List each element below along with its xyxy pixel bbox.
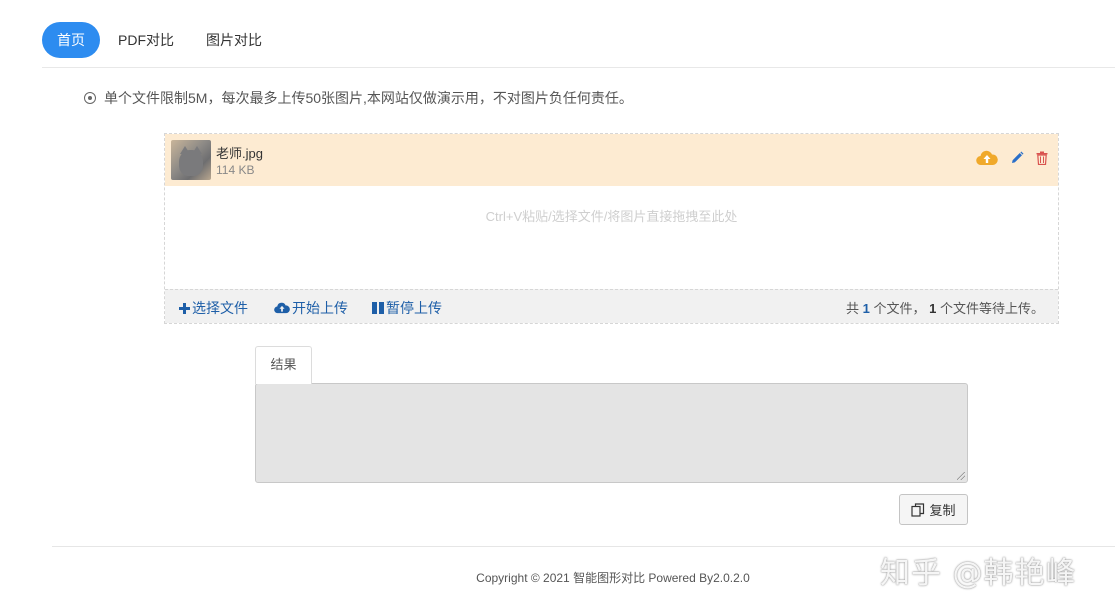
resize-handle[interactable] [957,472,965,480]
pause-icon [372,302,384,314]
pause-upload-label: 暂停上传 [386,300,442,316]
select-file-button[interactable]: 选择文件 [179,298,248,318]
result-textarea[interactable] [255,383,968,483]
top-nav: 首页 PDF对比 图片对比 [42,22,280,58]
pencil-icon[interactable] [1010,151,1024,165]
plus-icon [179,302,190,314]
radio-dot-icon [84,92,96,104]
tab-result[interactable]: 结果 [255,346,312,384]
drop-hint: Ctrl+V粘贴/选择文件/将图片直接拖拽至此处 [485,209,738,224]
pending-file-count: 1 [929,301,937,316]
start-upload-button[interactable]: 开始上传 [274,298,348,318]
copy-icon [911,502,925,517]
trash-icon[interactable] [1036,151,1048,165]
upload-toolbar: 选择文件 开始上传 暂停上传 共 1 个文件， 1 个文件等待上传。 [165,289,1058,323]
start-upload-label: 开始上传 [292,300,348,316]
total-file-count: 1 [862,301,870,316]
copy-label: 复制 [929,503,956,518]
upload-status: 共 1 个文件， 1 个文件等待上传。 [845,301,1044,316]
file-name: 老师.jpg [216,146,263,161]
tab-home[interactable]: 首页 [42,22,100,58]
file-item: 老师.jpg 114 KB [165,134,1058,186]
file-size: 114 KB [216,163,255,177]
watermark: 知乎 @韩艳峰 [880,556,1077,591]
cloud-upload-icon [274,302,290,314]
notice: 单个文件限制5M，每次最多上传50张图片,本网站仅做演示用，不对图片负任何责任。 [84,88,633,108]
notice-text: 单个文件限制5M，每次最多上传50张图片,本网站仅做演示用，不对图片负任何责任。 [104,90,633,106]
footer-divider [52,546,1115,547]
tab-image-compare[interactable]: 图片对比 [192,22,276,58]
tab-pdf-compare[interactable]: PDF对比 [104,22,188,58]
nav-divider [42,67,1115,68]
select-file-label: 选择文件 [192,300,248,316]
pause-upload-button[interactable]: 暂停上传 [372,298,442,318]
cloud-upload-icon[interactable] [976,150,998,166]
copy-button[interactable]: 复制 [899,494,968,525]
file-thumbnail [171,140,211,180]
file-actions [964,150,1048,166]
upload-area[interactable]: 老师.jpg 114 KB Ctrl+V粘贴/选择文件/将图片直接拖拽至此处 选… [164,133,1059,324]
